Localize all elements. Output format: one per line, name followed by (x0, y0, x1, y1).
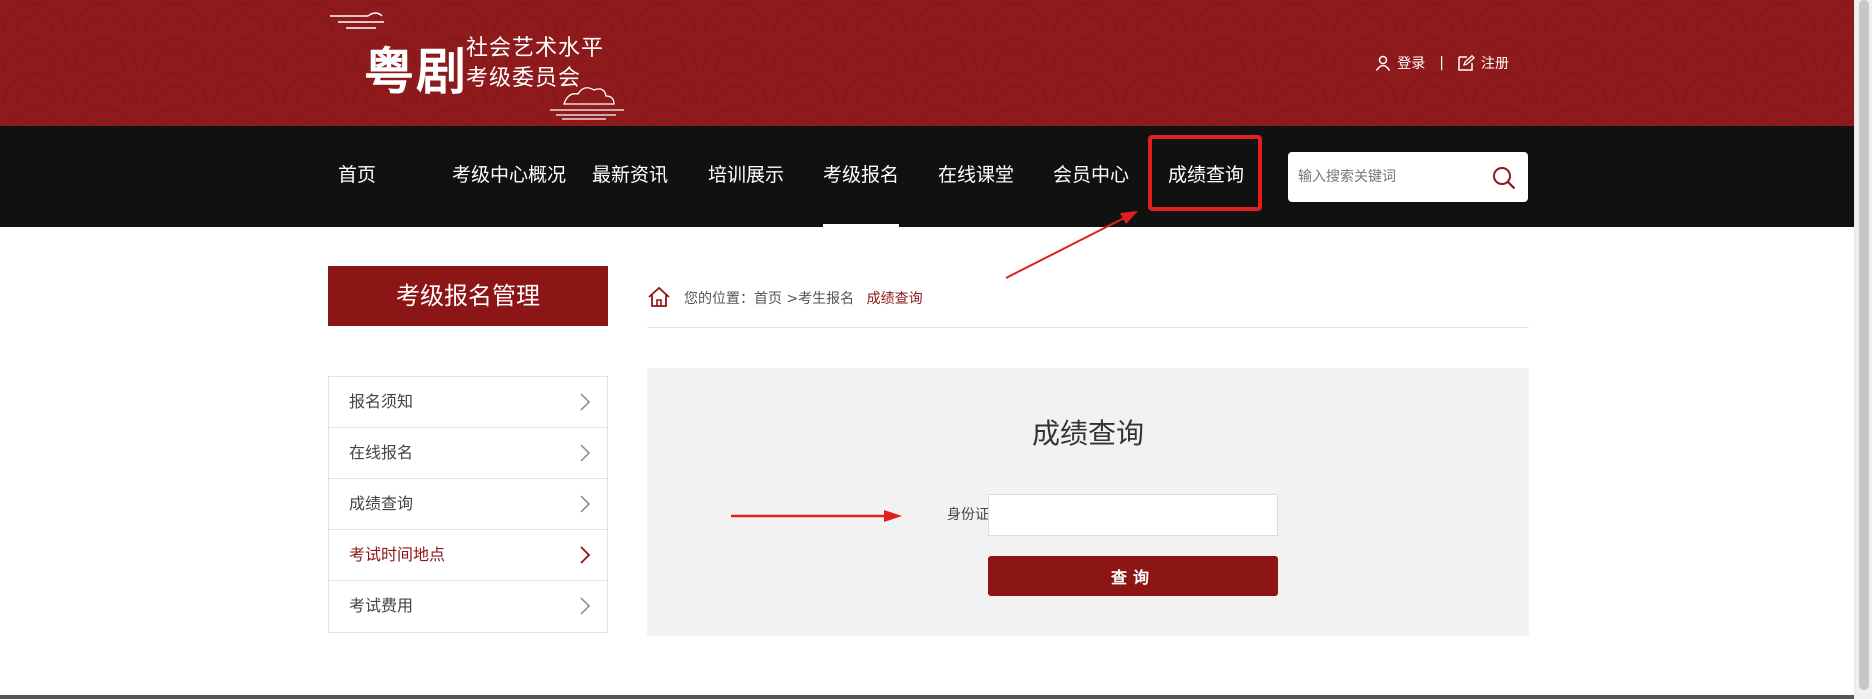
nav-item-news[interactable]: 最新资讯 (592, 126, 668, 227)
nav-item-center-overview[interactable]: 考级中心概况 (452, 126, 566, 227)
search-box (1288, 152, 1528, 202)
search-input[interactable] (1288, 152, 1478, 202)
sidebar-item-registration-notice[interactable]: 报名须知 (329, 377, 607, 428)
chevron-right-icon (580, 597, 591, 615)
breadcrumb-prefix: 您的位置： (684, 291, 754, 307)
login-link[interactable]: 登录 (1375, 53, 1425, 73)
scrollbar-thumb[interactable] (1859, 0, 1869, 690)
login-label: 登录 (1397, 56, 1426, 72)
vertical-scrollbar[interactable] (1854, 0, 1872, 699)
sidebar-item-label: 在线报名 (349, 443, 414, 462)
nav-item-exam-registration[interactable]: 考级报名 (823, 126, 900, 227)
logo-subtitle-line2: 考级委员会 (466, 66, 582, 91)
chevron-right-icon (580, 495, 591, 513)
sidebar-item-label: 成绩查询 (349, 494, 414, 513)
sidebar-item-exam-fees[interactable]: 考试费用 (329, 581, 607, 632)
nav-item-member-center[interactable]: 会员中心 (1053, 126, 1129, 227)
breadcrumb-parent[interactable]: >考生报名 (786, 291, 854, 307)
link-separator: | (1439, 55, 1444, 71)
site-logo[interactable]: 粤剧 社会艺术水平 考级委员会 (328, 8, 628, 120)
site-header: 粤剧 社会艺术水平 考级委员会 登录 | 注册 (0, 0, 1854, 126)
nav-item-score-query[interactable]: 成绩查询 (1168, 126, 1244, 227)
register-label: 注册 (1481, 56, 1509, 72)
breadcrumb: 您的位置：首页 >考生报名 成绩查询 (647, 284, 1529, 328)
register-link[interactable]: 注册 (1458, 53, 1509, 73)
nav-item-home[interactable]: 首页 (338, 126, 376, 227)
search-icon[interactable] (1492, 166, 1516, 190)
user-links: 登录 | 注册 (1375, 52, 1509, 74)
edit-icon (1458, 55, 1475, 71)
breadcrumb-trail: 您的位置：首页 >考生报名 成绩查询 (684, 288, 923, 308)
chevron-right-icon (580, 546, 591, 564)
breadcrumb-home[interactable]: 首页 (754, 291, 782, 307)
user-icon (1376, 55, 1391, 71)
nav-item-training[interactable]: 培训展示 (708, 126, 784, 227)
sidebar-item-exam-time-location[interactable]: 考试时间地点 (329, 530, 607, 581)
query-button[interactable]: 查询 (988, 556, 1278, 596)
home-icon (648, 286, 670, 307)
logo-title: 粤剧 (364, 42, 468, 101)
sidebar-item-label: 考试费用 (349, 596, 414, 615)
score-query-panel: 成绩查询 身份证号： 查询 (647, 368, 1529, 636)
nav-item-online-class[interactable]: 在线课堂 (938, 126, 1014, 227)
logo-subtitle-line1: 社会艺术水平 (466, 36, 605, 61)
sidebar-item-online-registration[interactable]: 在线报名 (329, 428, 607, 479)
sidebar-item-label: 考试时间地点 (349, 545, 446, 564)
id-number-input[interactable] (988, 494, 1278, 536)
sidebar-menu: 报名须知 在线报名 成绩查询 考试时间地点 考试费用 (328, 376, 608, 633)
panel-title: 成绩查询 (1031, 417, 1144, 450)
breadcrumb-current: 成绩查询 (866, 291, 923, 307)
sidebar-title: 考级报名管理 (328, 266, 608, 326)
sidebar-item-label: 报名须知 (349, 392, 414, 411)
cloud-decoration-icon (330, 12, 384, 29)
main-nav: 首页 考级中心概况 最新资讯 培训展示 考级报名 在线课堂 会员中心 成绩查询 (0, 126, 1854, 227)
chevron-right-icon (580, 444, 591, 462)
footer-divider (0, 695, 1854, 699)
sidebar-item-score-query[interactable]: 成绩查询 (329, 479, 607, 530)
chevron-right-icon (580, 393, 591, 411)
